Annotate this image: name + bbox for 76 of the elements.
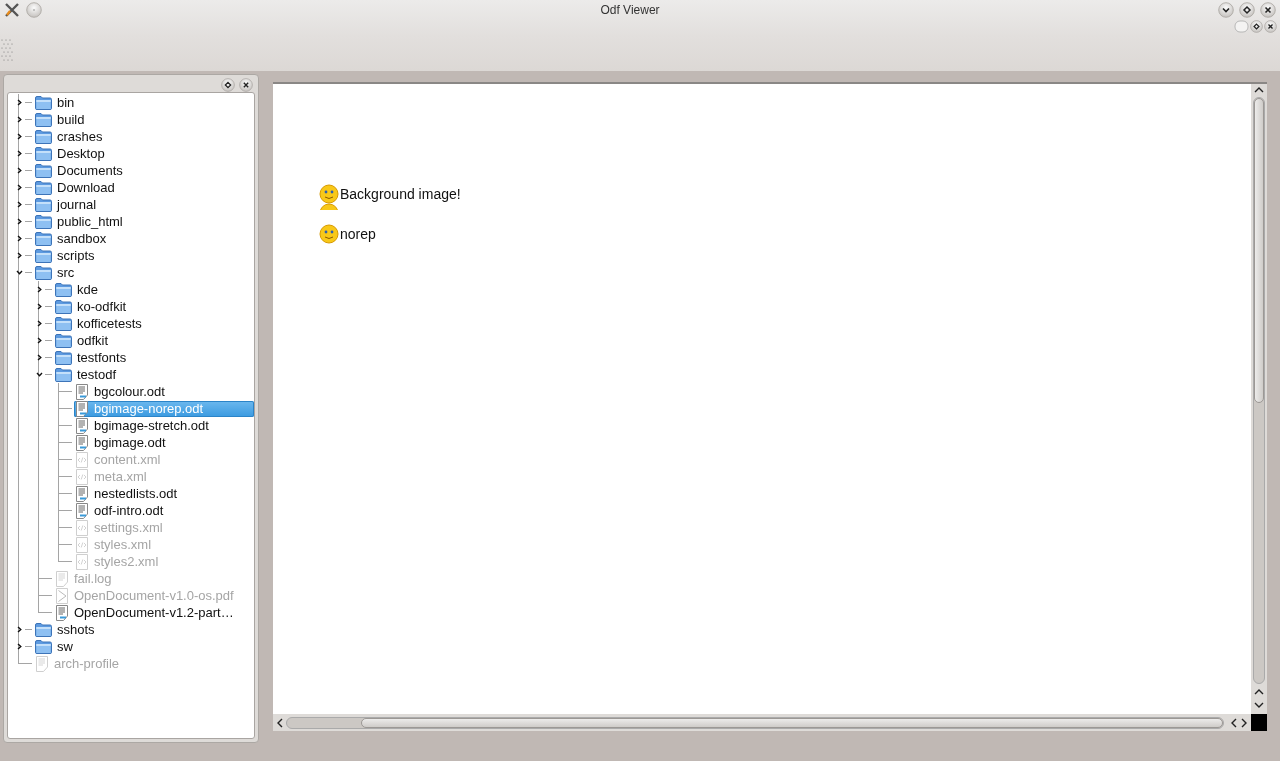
scrollbar-handle[interactable] [361, 717, 1223, 728]
folder-item[interactable]: kde [54, 281, 254, 298]
folder-item[interactable]: Desktop [34, 145, 254, 162]
folder-icon [35, 95, 52, 110]
folder-item[interactable]: public_html [34, 213, 254, 230]
folder-item[interactable]: build [34, 111, 254, 128]
folder-icon [55, 333, 72, 348]
window-title: Odf Viewer [599, 3, 661, 17]
smiley-image [319, 224, 339, 244]
float-panel-button[interactable] [221, 78, 235, 92]
folder-icon [35, 214, 52, 229]
folder-item[interactable]: sandbox [34, 230, 254, 247]
folder-item[interactable]: crashes [34, 128, 254, 145]
folder-item[interactable]: journal [34, 196, 254, 213]
xml-file-icon [75, 468, 89, 485]
pdf-file-icon [55, 587, 69, 604]
file-item[interactable]: odf-intro.odt [74, 502, 254, 519]
folder-item[interactable]: testodf [54, 366, 254, 383]
folder-item[interactable]: odfkit [54, 332, 254, 349]
document-icon [75, 434, 89, 451]
folder-icon [35, 639, 52, 654]
paragraph-text: norep [340, 226, 376, 242]
file-item[interactable]: nestedlists.odt [74, 485, 254, 502]
folder-item[interactable]: sshots [34, 621, 254, 638]
document-icon [75, 485, 89, 502]
document-icon [75, 502, 89, 519]
app-logo-icon [4, 2, 20, 18]
paragraph-text: Background image! [340, 186, 461, 202]
folder-icon [55, 316, 72, 331]
folder-icon [55, 350, 72, 365]
document-icon [75, 417, 89, 434]
folder-icon [55, 282, 72, 297]
file-item[interactable]: OpenDocument-v1.2-part… [54, 604, 254, 621]
horizontal-scrollbar[interactable] [273, 714, 1251, 731]
folder-item[interactable]: bin [34, 94, 254, 111]
maximize-button[interactable] [1239, 2, 1255, 18]
document-icon [75, 383, 89, 400]
vertical-scrollbar[interactable] [1251, 84, 1267, 714]
corner-square [1251, 714, 1267, 731]
close-button[interactable] [1260, 2, 1276, 18]
text-file-icon [35, 655, 49, 672]
folder-icon [35, 163, 52, 178]
folder-icon [55, 367, 72, 382]
folder-icon [35, 248, 52, 263]
scrollbar-handle[interactable] [1254, 98, 1264, 403]
xml-file-icon [75, 536, 89, 553]
close-panel-button[interactable] [239, 78, 253, 92]
folder-item[interactable]: src [34, 264, 254, 281]
file-item[interactable]: bgcolour.odt [74, 383, 254, 400]
folder-item[interactable]: testfonts [54, 349, 254, 366]
folder-item[interactable]: scripts [34, 247, 254, 264]
float-button[interactable] [1250, 20, 1263, 33]
folder-icon [35, 129, 52, 144]
folder-item[interactable]: sw [34, 638, 254, 655]
file-item[interactable]: bgimage-stretch.odt [74, 417, 254, 434]
xml-file-icon [75, 451, 89, 468]
folder-icon [35, 231, 52, 246]
folder-icon [55, 299, 72, 314]
minimize-button[interactable] [1218, 2, 1234, 18]
folder-icon [35, 265, 52, 280]
folder-icon [35, 197, 52, 212]
xml-file-icon [75, 553, 89, 570]
folder-item[interactable]: kofficetests [54, 315, 254, 332]
document-icon [55, 604, 69, 621]
folder-item[interactable]: Download [34, 179, 254, 196]
folder-icon [35, 180, 52, 195]
file-item[interactable]: bgimage.odt [74, 434, 254, 451]
folder-icon [35, 622, 52, 637]
document-icon [75, 400, 89, 417]
text-file-icon [55, 570, 69, 587]
folder-icon [35, 112, 52, 127]
folder-icon [35, 146, 52, 161]
folder-item[interactable]: ko-odfkit [54, 298, 254, 315]
close-document-button[interactable] [1264, 20, 1277, 33]
folder-item[interactable]: Documents [34, 162, 254, 179]
xml-file-icon [75, 519, 89, 536]
